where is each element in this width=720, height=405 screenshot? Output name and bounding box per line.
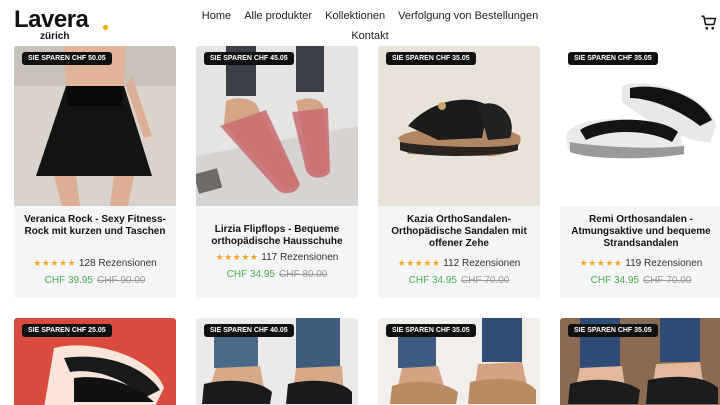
product-card[interactable]: SIE SPAREN CHF 35.05 Remi Orthosandalen … — [560, 46, 720, 298]
review-count: 112 Rezensionen — [443, 258, 521, 269]
discount-badge: SIE SPAREN CHF 35.05 — [568, 324, 658, 337]
sale-price: CHF 34.95 — [590, 275, 639, 286]
product-title[interactable]: Kazia OrthoSandalen-Orthopädische Sandal… — [384, 214, 534, 250]
product-rating: ★★★★★ 117 Rezensionen — [196, 252, 358, 263]
product-image[interactable]: SIE SPAREN CHF 50.05 — [14, 46, 176, 206]
product-image[interactable]: SIE SPAREN CHF 35.05 — [560, 318, 720, 405]
product-price: CHF 34.95 CHF 70.00 — [378, 275, 540, 286]
product-image[interactable]: SIE SPAREN CHF 45.05 — [196, 46, 358, 206]
cart-icon[interactable] — [700, 14, 718, 32]
product-image[interactable]: SIE SPAREN CHF 35.05 — [378, 46, 540, 206]
discount-badge: SIE SPAREN CHF 35.05 — [386, 324, 476, 337]
nav-item-contact[interactable]: Kontakt — [351, 26, 388, 46]
discount-badge: SIE SPAREN CHF 35.05 — [386, 52, 476, 65]
product-image[interactable]: SIE SPAREN CHF 35.05 — [378, 318, 540, 405]
nav-item-collections[interactable]: Kollektionen — [325, 6, 385, 26]
product-title[interactable]: Remi Orthosandalen - Atmungsaktive und b… — [566, 214, 716, 250]
discount-badge: SIE SPAREN CHF 40.05 — [204, 324, 294, 337]
compare-price: CHF 70.00 — [461, 275, 510, 286]
product-rating: ★★★★★ 112 Rezensionen — [378, 258, 540, 269]
product-card[interactable]: SIE SPAREN CHF 35.05 Kazia OrthoSandalen… — [378, 46, 540, 298]
review-count: 119 Rezensionen — [625, 258, 703, 269]
review-count: 128 Rezensionen — [78, 258, 157, 269]
star-rating-icon: ★★★★★ — [33, 258, 77, 268]
product-title[interactable]: Lirzia Flipflops - Bequeme orthopädische… — [202, 224, 352, 248]
product-card[interactable]: SIE SPAREN CHF 50.05 Veranica Rock - Sex… — [14, 46, 176, 298]
brand-logo[interactable]: Lavera zürich — [14, 6, 114, 42]
product-title[interactable]: Veranica Rock - Sexy Fitness-Rock mit ku… — [20, 214, 170, 238]
sale-price: CHF 39.95 — [44, 275, 93, 286]
discount-badge: SIE SPAREN CHF 50.05 — [22, 52, 112, 65]
product-price: CHF 34.95 CHF 80.00 — [196, 269, 358, 280]
nav-item-home[interactable]: Home — [202, 6, 231, 26]
compare-price: CHF 80.00 — [279, 269, 328, 280]
product-card[interactable]: SIE SPAREN CHF 45.05 Lirzia Flipflops - … — [196, 46, 358, 298]
discount-badge: SIE SPAREN CHF 35.05 — [568, 52, 658, 65]
star-rating-icon: ★★★★★ — [397, 258, 441, 268]
discount-badge: SIE SPAREN CHF 25.05 — [22, 324, 112, 337]
review-count: 117 Rezensionen — [261, 252, 339, 263]
star-rating-icon: ★★★★★ — [215, 252, 259, 262]
star-rating-icon: ★★★★★ — [579, 258, 623, 268]
brand-name: Lavera — [14, 6, 89, 33]
discount-badge: SIE SPAREN CHF 45.05 — [204, 52, 294, 65]
main-nav: Home Alle produkter Kollektionen Verfolg… — [190, 6, 550, 46]
sale-price: CHF 34.95 — [226, 269, 275, 280]
product-rating: ★★★★★ 128 Rezensionen — [14, 258, 176, 269]
product-price: CHF 34.95 CHF 70.00 — [560, 275, 720, 286]
product-image[interactable]: SIE SPAREN CHF 25.05 — [14, 318, 176, 405]
sale-price: CHF 34.95 — [408, 275, 457, 286]
compare-price: CHF 90.00 — [97, 275, 146, 286]
site-header: Lavera zürich Home Alle produkter Kollek… — [0, 0, 720, 46]
product-image[interactable]: SIE SPAREN CHF 35.05 — [560, 46, 720, 206]
nav-item-order-tracking[interactable]: Verfolgung von Bestellungen — [398, 6, 538, 26]
product-price: CHF 39.95 CHF 90.00 — [14, 275, 176, 286]
product-rating: ★★★★★ 119 Rezensionen — [560, 258, 720, 269]
product-image[interactable]: SIE SPAREN CHF 40.05 — [196, 318, 358, 405]
nav-item-all-products[interactable]: Alle produkter — [244, 6, 312, 26]
compare-price: CHF 70.00 — [643, 275, 692, 286]
logo-dot — [103, 25, 108, 30]
brand-city: zürich — [40, 31, 70, 42]
